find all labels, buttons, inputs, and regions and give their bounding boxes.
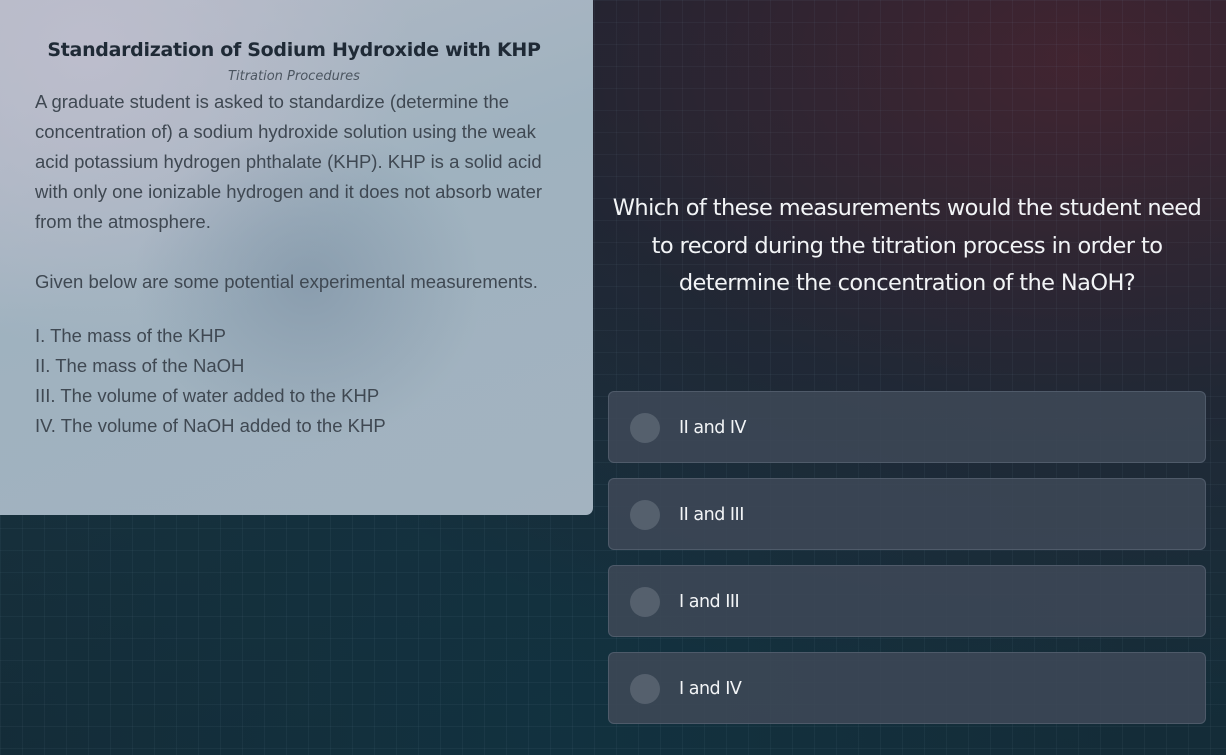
answer-option-label: II and III (679, 505, 744, 525)
answer-option-4[interactable]: I and IV (608, 652, 1206, 724)
radio-button[interactable] (630, 413, 660, 443)
passage-measurements-intro: Given below are some potential experimen… (35, 271, 538, 292)
answer-option-1[interactable]: II and IV (608, 391, 1206, 463)
answer-option-3[interactable]: I and III (608, 565, 1206, 637)
radio-button[interactable] (630, 500, 660, 530)
measurement-item: IV. The volume of NaOH added to the KHP (35, 415, 386, 436)
measurement-list: I. The mass of the KHP II. The mass of t… (35, 321, 553, 441)
measurement-item: III. The volume of water added to the KH… (35, 385, 380, 406)
passage-subtitle: Titration Procedures (228, 69, 360, 84)
radio-button[interactable] (630, 674, 660, 704)
answer-option-label: II and IV (679, 418, 747, 438)
passage-title: Standardization of Sodium Hydroxide with… (47, 39, 541, 61)
measurement-item: I. The mass of the KHP (35, 325, 226, 346)
answer-option-2[interactable]: II and III (608, 478, 1206, 550)
answer-option-label: I and IV (679, 679, 742, 699)
passage-card: Standardization of Sodium Hydroxide with… (0, 0, 593, 515)
measurement-item: II. The mass of the NaOH (35, 355, 245, 376)
answer-option-label: I and III (679, 592, 740, 612)
passage-intro-paragraph: A graduate student is asked to standardi… (35, 91, 543, 232)
question-text: Which of these measurements would the st… (612, 195, 1202, 296)
radio-button[interactable] (630, 587, 660, 617)
answer-options: II and IV II and III I and III I and IV (608, 391, 1206, 739)
